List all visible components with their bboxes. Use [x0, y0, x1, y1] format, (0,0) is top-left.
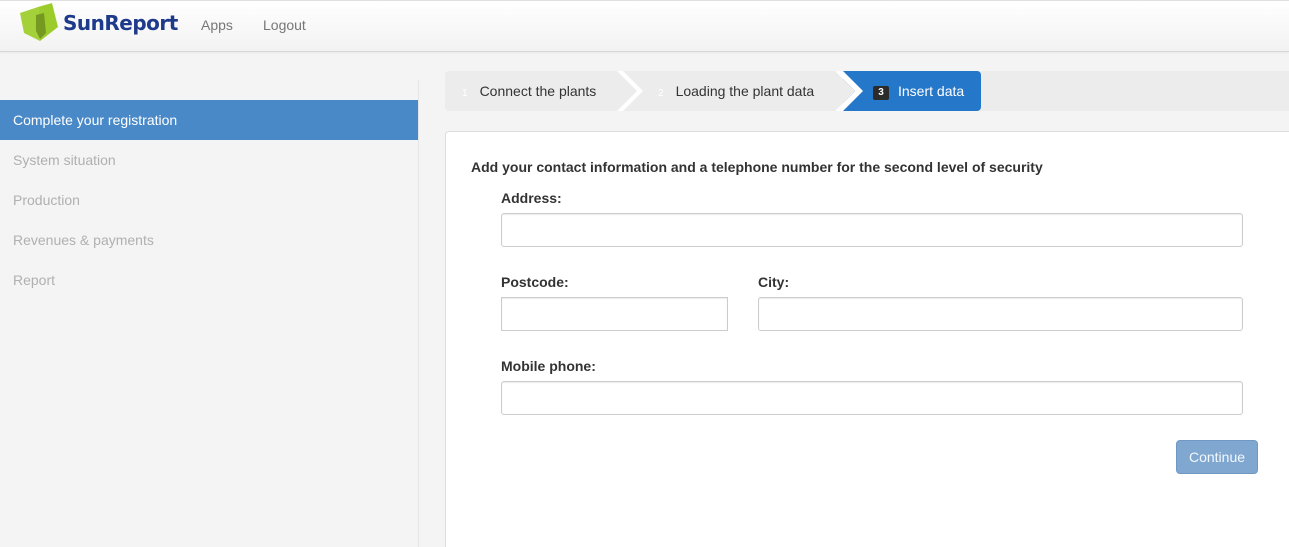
- form-intro-text: Add your contact information and a telep…: [471, 159, 1043, 175]
- sidebar-item-complete-registration[interactable]: Complete your registration: [0, 100, 418, 140]
- sidebar-item-system-situation[interactable]: System situation: [0, 140, 418, 180]
- wizard-step-2[interactable]: 2 Loading the plant data: [658, 71, 814, 111]
- mobile-phone-label: Mobile phone:: [501, 358, 596, 374]
- top-navbar: SunReport Apps Logout: [0, 0, 1289, 52]
- postcode-label: Postcode:: [501, 274, 569, 290]
- nav-apps-link[interactable]: Apps: [201, 17, 233, 33]
- sidebar: Complete your registration System situat…: [0, 80, 419, 547]
- step-number: 1: [462, 88, 468, 99]
- wizard-step-1[interactable]: 1 Connect the plants: [462, 71, 596, 111]
- step-number: 2: [658, 88, 664, 99]
- address-label: Address:: [501, 190, 562, 206]
- sidebar-item-report[interactable]: Report: [0, 260, 418, 300]
- brand-logo-link[interactable]: SunReport: [18, 3, 178, 43]
- mobile-phone-input[interactable]: [501, 381, 1243, 415]
- sunreport-logo-icon: [20, 3, 58, 41]
- step-number-badge: 3: [873, 86, 889, 100]
- wizard-steps: 1 Connect the plants 2 Loading the plant d…: [445, 71, 1289, 111]
- step-label: Loading the plant data: [675, 83, 815, 99]
- nav-logout-link[interactable]: Logout: [263, 17, 306, 33]
- step-label: Insert data: [898, 83, 965, 99]
- address-input[interactable]: [501, 213, 1243, 247]
- step-separator-chevron-icon: [617, 71, 643, 111]
- city-input[interactable]: [758, 297, 1243, 331]
- contact-form-panel: Add your contact information and a telep…: [445, 131, 1289, 547]
- sidebar-item-revenues-payments[interactable]: Revenues & payments: [0, 220, 418, 260]
- sidebar-item-production[interactable]: Production: [0, 180, 418, 220]
- city-label: City:: [758, 274, 790, 290]
- postcode-input[interactable]: [501, 297, 728, 331]
- step-separator-chevron-icon: [835, 71, 863, 111]
- step-label: Connect the plants: [479, 83, 597, 99]
- continue-button[interactable]: Continue: [1176, 440, 1258, 474]
- brand-name: SunReport: [63, 11, 178, 35]
